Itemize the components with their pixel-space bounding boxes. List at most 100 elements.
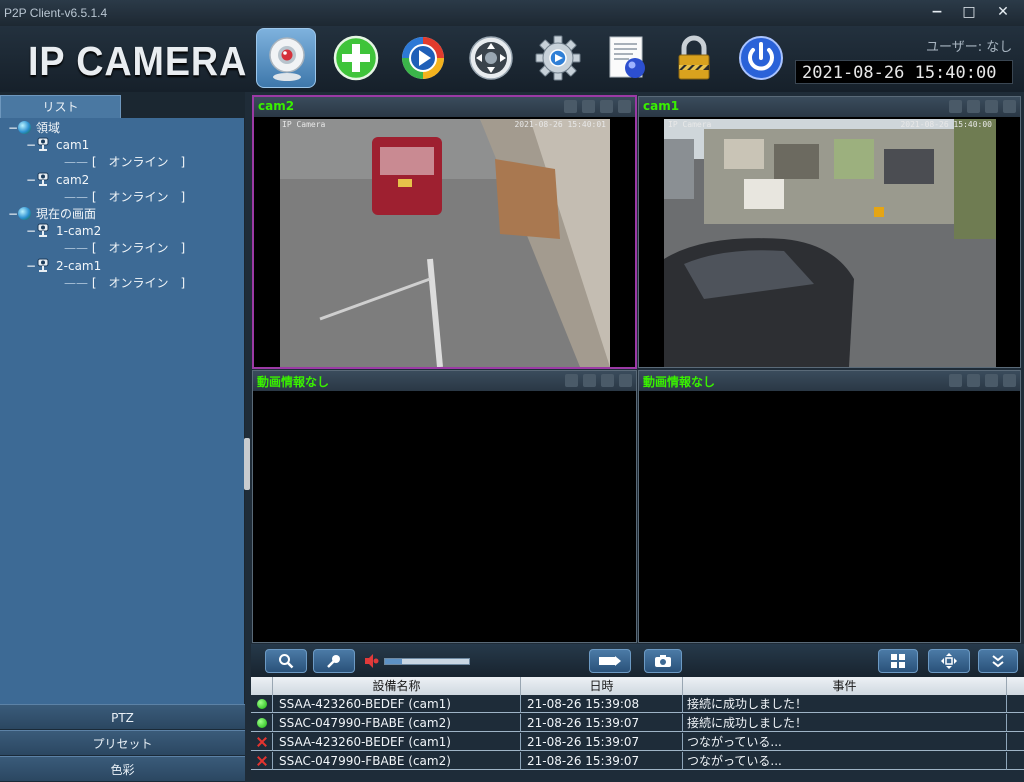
fullscreen-icon[interactable] [619,374,632,387]
tree-label: 領域 [36,121,61,135]
collapse-icon[interactable]: − [26,172,36,189]
time-cell: 21-08-26 15:39:07 [521,733,683,751]
tree-status-item[interactable]: —— [ オンライン ] [64,240,185,257]
collapse-icon[interactable]: − [26,137,36,154]
record-icon[interactable] [985,100,998,113]
collapse-icon[interactable]: − [8,120,18,137]
extra-cell [1007,695,1024,713]
mic-icon[interactable] [949,374,962,387]
add-device-button[interactable] [326,28,386,88]
ptz-panel-button[interactable]: PTZ [0,704,245,730]
tree-group-item[interactable]: − 現在の画面 [8,206,96,223]
control-bar [251,644,1024,677]
sidebar: リスト − 領域 − cam1 —— [ オンライン ] − cam2 —— [ オンライン … [0,92,245,782]
video-pane-3[interactable]: 動画情報なし [252,370,637,643]
log-header-device[interactable]: 設備名称 [273,677,521,695]
tree-camera-item[interactable]: − 2-cam1 [26,258,101,275]
tree-label: cam2 [56,172,90,187]
log-button[interactable] [597,28,657,88]
volume-slider[interactable] [384,658,470,665]
camera-monitor-button[interactable] [256,28,316,88]
log-header-event[interactable]: 事件 [683,677,1007,695]
video-pane-2[interactable]: cam1 IP Camera 2021-08-26 15:40:00 [638,96,1021,368]
pane-header: cam1 [639,97,1020,117]
lock-icon [678,35,710,80]
pane-icons [564,100,631,114]
maximize-button[interactable]: □ [954,2,984,22]
connected-status-icon [257,699,267,709]
color-panel-button[interactable]: 色彩 [0,756,245,782]
fullscreen-button[interactable] [928,649,970,673]
video-pane-1[interactable]: cam2 IP Camera 2021-08-26 15:40:01 [252,95,637,369]
speaker-icon[interactable] [582,100,595,113]
tree-status-item[interactable]: —— [ オンライン ] [64,275,185,292]
parking-scene-image [664,119,996,367]
ptz-control-button[interactable] [461,28,521,88]
sidebar-collapse-handle[interactable] [244,438,250,490]
snapshot-button[interactable] [644,649,682,673]
power-button[interactable] [731,28,791,88]
close-button[interactable]: ✕ [988,2,1018,22]
zoom-button[interactable] [265,649,307,673]
microphone-icon [327,655,340,668]
device-cell: SSAA-423260-BEDEF (cam1) [273,733,521,751]
tree-camera-item[interactable]: − cam2 [26,172,89,189]
fullscreen-icon[interactable] [1003,100,1016,113]
log-header-time[interactable]: 日時 [521,677,683,695]
collapse-icon[interactable]: − [26,258,36,275]
camera-icon [37,223,49,238]
record-icon[interactable] [601,374,614,387]
double-chevron-down-icon [992,655,1004,668]
fullscreen-icon[interactable] [618,100,631,113]
speaker-icon[interactable] [583,374,596,387]
record-icon[interactable] [600,100,613,113]
plus-icon [333,35,379,81]
mic-icon[interactable] [564,100,577,113]
minimize-button[interactable]: − [922,2,952,22]
mic-icon[interactable] [565,374,578,387]
pane-title: 動画情報なし [257,375,330,389]
talk-button[interactable] [313,649,355,673]
collapse-log-button[interactable] [978,649,1018,673]
tree-camera-item[interactable]: − cam1 [26,137,89,154]
switch-stream-button[interactable] [589,649,631,673]
preset-panel-button[interactable]: プリセット [0,730,245,756]
playback-button[interactable] [393,28,453,88]
table-row[interactable]: SSAA-423260-BEDEF (cam1) 21-08-26 15:39:0… [251,733,1024,751]
title-bar: P2P Client-v6.5.1.4 − □ ✕ [0,0,1024,26]
tree-camera-item[interactable]: − 1-cam2 [26,223,101,240]
tab-list[interactable]: リスト [0,95,121,118]
table-row[interactable]: SSAC-047990-FBABE (cam2) 21-08-26 15:39:0… [251,752,1024,770]
status-cell [251,695,273,713]
fullscreen-icon[interactable] [1003,374,1016,387]
pane-icons [565,374,632,388]
tree-status-item[interactable]: —— [ オンライン ] [64,189,185,206]
settings-button[interactable] [528,28,588,88]
status-cell [251,733,273,751]
document-icon [609,36,645,78]
pane-icons [949,100,1016,114]
extra-cell [1007,752,1024,770]
status-cell [251,714,273,732]
grid-layout-button[interactable] [878,649,918,673]
device-cell: SSAA-423260-BEDEF (cam1) [273,695,521,713]
speaker-icon[interactable] [967,100,980,113]
speaker-muted-icon[interactable] [364,653,380,669]
collapse-icon[interactable]: − [8,206,18,223]
osd-camera-label: IP Camera [282,120,326,129]
camera-icon [37,137,49,152]
record-icon[interactable] [985,374,998,387]
tree-status-item[interactable]: —— [ オンライン ] [64,154,185,171]
table-row[interactable]: SSAA-423260-BEDEF (cam1) 21-08-26 15:39:0… [251,695,1024,713]
table-row[interactable]: SSAC-047990-FBABE (cam2) 21-08-26 15:39:0… [251,714,1024,732]
tree-group-item[interactable]: − 領域 [8,120,60,137]
log-header-status [251,677,273,695]
collapse-icon[interactable]: − [26,223,36,240]
speaker-icon[interactable] [967,374,980,387]
grid-icon [891,654,905,668]
camera-icon [37,172,49,186]
video-pane-4[interactable]: 動画情報なし [638,370,1021,643]
sidebar-tabstrip: リスト [0,92,245,118]
lock-button[interactable] [664,28,724,88]
mic-icon[interactable] [949,100,962,113]
